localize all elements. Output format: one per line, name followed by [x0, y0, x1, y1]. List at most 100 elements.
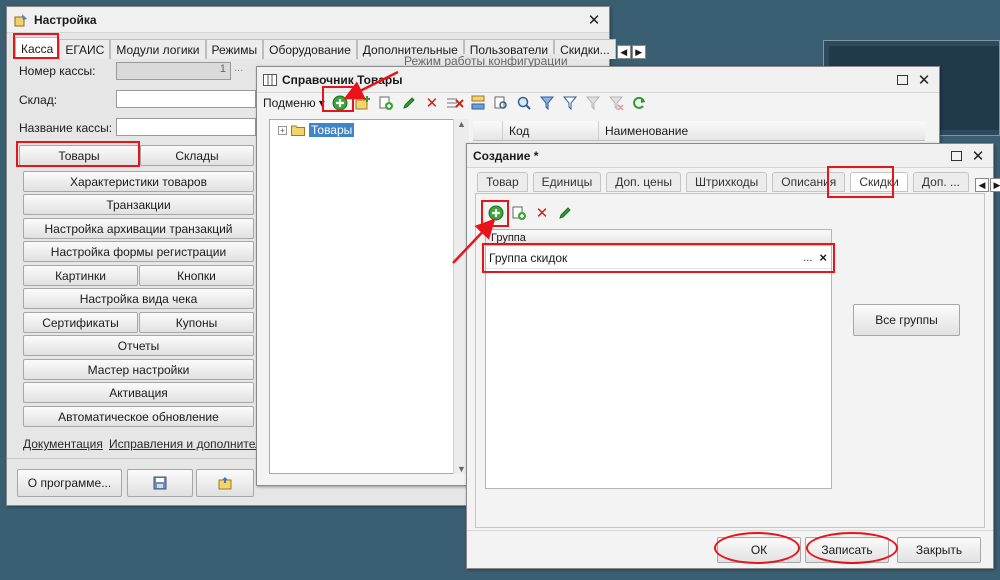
- tab-logic-modules[interactable]: Модули логики: [110, 39, 206, 59]
- register-number-label: Номер кассы:: [19, 64, 96, 78]
- tab-barcodes[interactable]: Штрихкоды: [685, 172, 768, 192]
- buttons-button[interactable]: Кнопки: [139, 265, 254, 286]
- filter-clear-icon[interactable]: [606, 93, 626, 113]
- hierarchy-icon[interactable]: [468, 93, 488, 113]
- about-button[interactable]: О программе...: [17, 469, 122, 497]
- save-button[interactable]: Записать: [805, 537, 889, 563]
- create-footer-divider: [467, 530, 993, 531]
- archive-settings-button[interactable]: Настройка архивации транзакций: [23, 218, 254, 239]
- registration-form-button[interactable]: Настройка формы регистрации: [23, 241, 254, 262]
- tab-equipment[interactable]: Оборудование: [263, 39, 357, 59]
- discounts-toolbar: ✕: [486, 203, 575, 223]
- copy-icon[interactable]: [509, 203, 529, 223]
- column-code[interactable]: Код: [503, 121, 599, 140]
- coupons-button[interactable]: Купоны: [139, 312, 254, 333]
- table-row[interactable]: Группа скидок ... ×: [486, 247, 831, 269]
- all-groups-button[interactable]: Все группы: [853, 304, 960, 336]
- add-folder-icon[interactable]: [353, 93, 373, 113]
- tree-root-item[interactable]: + Товары: [278, 123, 355, 137]
- register-number-choose-button[interactable]: ...: [234, 62, 243, 74]
- certificates-button[interactable]: Сертификаты: [23, 312, 138, 333]
- folder-export-icon: [218, 477, 232, 490]
- reports-button[interactable]: Отчеты: [23, 335, 254, 356]
- documentation-link[interactable]: Документация: [23, 437, 103, 451]
- tab-units[interactable]: Единицы: [532, 172, 602, 192]
- add-icon[interactable]: [330, 93, 350, 113]
- expand-icon[interactable]: +: [278, 125, 287, 135]
- group-choose-button[interactable]: ...: [800, 252, 815, 264]
- create-titlebar: Создание * ✕: [467, 144, 993, 168]
- settings-titlebar: Настройка ✕: [7, 7, 609, 33]
- tab-egais[interactable]: ЕГАИС: [59, 39, 111, 59]
- tab-descriptions[interactable]: Описания: [772, 172, 846, 192]
- close-icon[interactable]: ✕: [969, 147, 987, 165]
- warehouses-button[interactable]: Склады: [140, 145, 254, 166]
- ok-button[interactable]: ОК: [717, 537, 801, 563]
- goods-button[interactable]: Товары: [19, 145, 139, 166]
- create-tabs: Товар Единицы Доп. цены Штрихкоды Описан…: [477, 172, 1000, 192]
- close-icon[interactable]: ✕: [915, 71, 933, 89]
- scroll-up-icon[interactable]: ▲: [454, 119, 469, 129]
- tab-discounts[interactable]: Скидки: [850, 172, 908, 192]
- group-column-header[interactable]: Группа: [486, 230, 831, 246]
- maximize-icon[interactable]: [893, 71, 911, 89]
- register-name-label: Название кассы:: [19, 121, 113, 135]
- characteristics-button[interactable]: Характеристики товаров: [23, 171, 254, 192]
- tab-extra-prices[interactable]: Доп. цены: [606, 172, 681, 192]
- group-value-cell[interactable]: Группа скидок: [486, 251, 800, 265]
- auto-update-button[interactable]: Автоматическое обновление: [23, 406, 254, 427]
- tab-scroll-left-icon[interactable]: ◀: [616, 45, 631, 59]
- pictures-button[interactable]: Картинки: [23, 265, 138, 286]
- tab-more[interactable]: Доп. ...: [912, 172, 969, 192]
- tree-root-label: Товары: [309, 123, 355, 137]
- tab-scroll-right-icon[interactable]: ▶: [631, 45, 646, 59]
- filter-history-icon[interactable]: [583, 93, 603, 113]
- export-button[interactable]: [196, 469, 254, 497]
- search-list-icon[interactable]: [491, 93, 511, 113]
- find-icon[interactable]: [514, 93, 534, 113]
- edit-icon[interactable]: [555, 203, 575, 223]
- register-number-field[interactable]: 1: [116, 62, 231, 80]
- fixes-link[interactable]: Исправления и дополнительн: [109, 437, 275, 451]
- group-clear-button[interactable]: ×: [815, 250, 831, 265]
- submenu-label: Подменю: [263, 96, 316, 110]
- tab-goods[interactable]: Товар: [477, 172, 528, 192]
- tab-kassa[interactable]: Касса: [15, 37, 60, 59]
- folder-icon: [291, 125, 305, 136]
- grid-marker-column: [473, 121, 503, 140]
- close-button[interactable]: Закрыть: [897, 537, 981, 563]
- catalog-tree[interactable]: + Товары: [269, 119, 469, 474]
- save-disk-icon: [153, 476, 167, 490]
- delete-icon[interactable]: ✕: [422, 93, 442, 113]
- receipt-view-button[interactable]: Настройка вида чека: [23, 288, 254, 309]
- catalog-toolbar: Подменю ▾ ✕: [263, 93, 649, 113]
- maximize-icon[interactable]: [947, 147, 965, 165]
- filter-select-icon[interactable]: [560, 93, 580, 113]
- column-name[interactable]: Наименование: [599, 121, 925, 140]
- create-title: Создание *: [473, 148, 539, 163]
- warehouse-field[interactable]: [116, 90, 256, 108]
- tab-modes[interactable]: Режимы: [205, 39, 264, 59]
- filter-icon[interactable]: [537, 93, 557, 113]
- delete-mark-icon[interactable]: [445, 93, 465, 113]
- activation-button[interactable]: Активация: [23, 382, 254, 403]
- grid-icon: [263, 73, 277, 86]
- edit-icon[interactable]: [399, 93, 419, 113]
- add-icon[interactable]: [486, 203, 506, 223]
- catalog-titlebar: Справочник Товары ✕: [257, 67, 939, 93]
- catalog-title: Справочник Товары: [282, 72, 403, 87]
- tab-scroll-right-icon[interactable]: ▶: [990, 178, 1000, 192]
- save-settings-button[interactable]: [127, 469, 193, 497]
- tab-scroll-left-icon[interactable]: ◀: [975, 178, 989, 192]
- delete-icon[interactable]: ✕: [532, 203, 552, 223]
- settings-title: Настройка: [34, 12, 97, 27]
- close-icon[interactable]: ✕: [585, 11, 603, 29]
- settings-icon: [13, 12, 29, 28]
- setup-wizard-button[interactable]: Мастер настройки: [23, 359, 254, 380]
- copy-icon[interactable]: [376, 93, 396, 113]
- transactions-button[interactable]: Транзакции: [23, 194, 254, 215]
- groups-table: Группа Группа скидок ... ×: [485, 229, 832, 489]
- submenu-button[interactable]: Подменю ▾: [263, 96, 325, 110]
- refresh-icon[interactable]: [629, 93, 649, 113]
- register-name-field[interactable]: [116, 118, 256, 136]
